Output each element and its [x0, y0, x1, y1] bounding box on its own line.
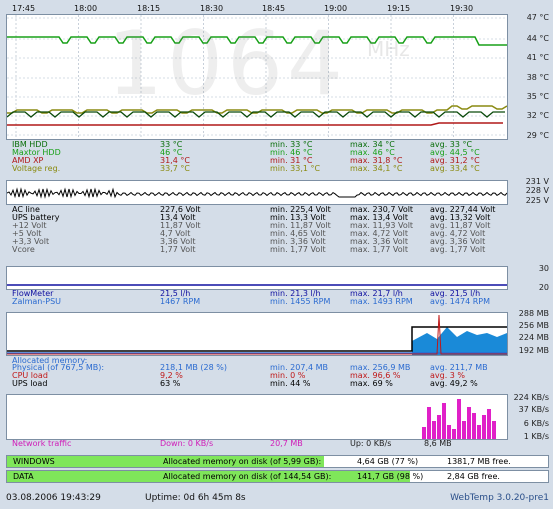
temperature-row-name: Voltage reg. — [12, 164, 61, 173]
temperature-row-avg: avg. 33,4 °C — [430, 164, 480, 173]
flow-row-name: Zalman-PSU — [12, 297, 62, 306]
ac-axis-label: 231 V — [525, 177, 549, 186]
disk-name: WINDOWS — [13, 457, 55, 466]
network-traffic-bar — [477, 425, 481, 439]
network-traffic-bar — [437, 415, 441, 439]
mem-axis-label: 288 MB — [518, 309, 549, 318]
memory-row-cur: 63 % — [160, 379, 181, 388]
network-traffic-bar — [462, 421, 466, 439]
network-traffic-bar — [482, 415, 486, 439]
net-axis-label: 1 KB/s — [523, 432, 549, 441]
disk-free: 2,84 GB free. — [447, 472, 500, 481]
network-traffic-bar — [422, 427, 426, 439]
disk-name: DATA — [13, 472, 34, 481]
network-traffic-bar — [467, 407, 471, 439]
ac-line-trace — [7, 187, 507, 199]
temp-axis-label: 47 °C — [526, 13, 549, 22]
net-axis-label: 37 KB/s — [518, 405, 549, 414]
disk-bar: WINDOWS Allocated memory on disk (of 5,99… — [6, 455, 549, 468]
flow-row-max: max. 1493 RPM — [350, 297, 413, 306]
time-axis-label: 18:00 — [74, 4, 98, 13]
footer: 03.08.2006 19:43:29 Uptime: 0d 6h 45m 8s… — [0, 488, 553, 509]
ac-axis-label: 228 V — [525, 186, 549, 195]
temp-axis-label: 38 °C — [526, 73, 549, 82]
memory-row-avg: avg. 49,2 % — [430, 379, 478, 388]
temp-axis-label: 41 °C — [526, 53, 549, 62]
flow-row: Zalman-PSU 1467 RPM min. 1455 RPM max. 1493… — [12, 298, 512, 306]
network-traffic-bar — [472, 413, 476, 439]
cpu-frequency-watermark: 1064 — [107, 12, 347, 115]
ac-line-graph — [6, 180, 508, 205]
time-axis-label: 19:30 — [450, 4, 474, 13]
flow-row-min: min. 1455 RPM — [270, 297, 331, 306]
network-traffic-bar — [452, 429, 456, 439]
mem-axis-label: 224 MB — [518, 333, 549, 342]
ac-axis-label: 225 V — [525, 196, 549, 205]
net-axis-label: 224 KB/s — [513, 393, 549, 402]
amd-xp-line — [7, 122, 503, 126]
temperature-readouts: IBM HDD 33 °C min. 33 °C max. 34 °C avg. 33 … — [12, 141, 512, 173]
memory-row-min: min. 44 % — [270, 379, 311, 388]
network-readout: Network traffic Down: 0 KB/s 20,7 MB Up:… — [12, 440, 512, 448]
flow-axis-label: 30 — [538, 264, 549, 273]
time-axis-label: 17:45 — [12, 4, 36, 13]
temp-axis-label: 44 °C — [526, 34, 549, 43]
temperature-row: Voltage reg. 33,7 °C min. 33,1 °C max. 34,1… — [12, 165, 512, 173]
network-up-total: 8,6 MB — [424, 439, 452, 448]
physical-memory-area — [412, 327, 507, 355]
disk-used: 4,64 GB (77 %) — [357, 457, 419, 466]
disk-bar: DATA Allocated memory on disk (of 144,54 … — [6, 470, 549, 483]
flow-readouts: FlowMeter 21,5 l/h min. 21,3 l/h max. 21,7 … — [12, 290, 512, 306]
net-axis-label: 6 KB/s — [523, 419, 549, 428]
network-label: Network traffic — [12, 439, 72, 448]
network-traffic-bar — [457, 399, 461, 439]
footer-datetime: 03.08.2006 19:43:29 — [6, 493, 101, 503]
network-graph — [6, 394, 508, 440]
memory-row: UPS load 63 % min. 44 % max. 69 % avg. 49,2 … — [12, 380, 512, 388]
network-traffic-bar — [427, 407, 431, 439]
memory-graph — [6, 312, 508, 356]
mem-axis-label: 192 MB — [518, 346, 549, 355]
network-up: Up: 0 KB/s — [350, 439, 392, 448]
disk-label: Allocated memory on disk (of 5,99 GB): — [163, 457, 322, 466]
temperature-row-cur: 33,7 °C — [160, 164, 190, 173]
memory-row-max: max. 69 % — [350, 379, 393, 388]
disk-label: Allocated memory on disk (of 144,54 GB): — [163, 472, 332, 481]
flow-row-cur: 1467 RPM — [160, 297, 201, 306]
voltage-row-max: max. 1,77 Volt — [350, 245, 408, 254]
disk-free: 1381,7 MB free. — [447, 457, 511, 466]
flow-row-avg: avg. 1474 RPM — [430, 297, 490, 306]
temp-axis-label: 35 °C — [526, 92, 549, 101]
memory-readouts: Physical (of 767,5 MB): 218,1 MB (28 %) mi… — [12, 364, 512, 388]
temperature-graph: 1064 MHz — [6, 14, 508, 140]
network-traffic-bar — [487, 409, 491, 439]
time-axis-label: 19:15 — [387, 4, 411, 13]
network-down: Down: 0 KB/s — [160, 439, 214, 448]
temp-axis-label: 29 °C — [526, 131, 549, 140]
memory-row-name: UPS load — [12, 379, 48, 388]
flow-axis-label: 20 — [538, 283, 549, 292]
temperature-row-min: min. 33,1 °C — [270, 164, 321, 173]
mem-axis-label: 256 MB — [518, 321, 549, 330]
network-traffic-bar — [442, 403, 446, 439]
voltage-readouts: AC line 227,6 Volt min. 225,4 Volt max. 230… — [12, 206, 512, 254]
footer-uptime: Uptime: 0d 6h 45m 8s — [145, 493, 246, 503]
temperature-row-max: max. 34,1 °C — [350, 164, 403, 173]
network-down-total: 20,7 MB — [270, 439, 303, 448]
flow-graph — [6, 266, 508, 290]
network-traffic-bar — [432, 421, 436, 439]
voltage-row-cur: 1,77 Volt — [160, 245, 196, 254]
network-traffic-bar — [447, 425, 451, 439]
temp-axis-label: 32 °C — [526, 111, 549, 120]
voltage-row-min: min. 1,77 Volt — [270, 245, 326, 254]
disk-used: 141,7 GB (98 %) — [357, 472, 424, 481]
voltage-row-name: Vcore — [12, 245, 35, 254]
network-traffic-bar — [492, 421, 496, 439]
voltage-row-avg: avg. 1,77 Volt — [430, 245, 486, 254]
cpu-frequency-unit: MHz — [367, 37, 410, 61]
footer-version: WebTemp 3.0.20-pre1 — [450, 493, 549, 503]
voltage-row: Vcore 1,77 Volt min. 1,77 Volt max. 1,77 Vo… — [12, 246, 512, 254]
